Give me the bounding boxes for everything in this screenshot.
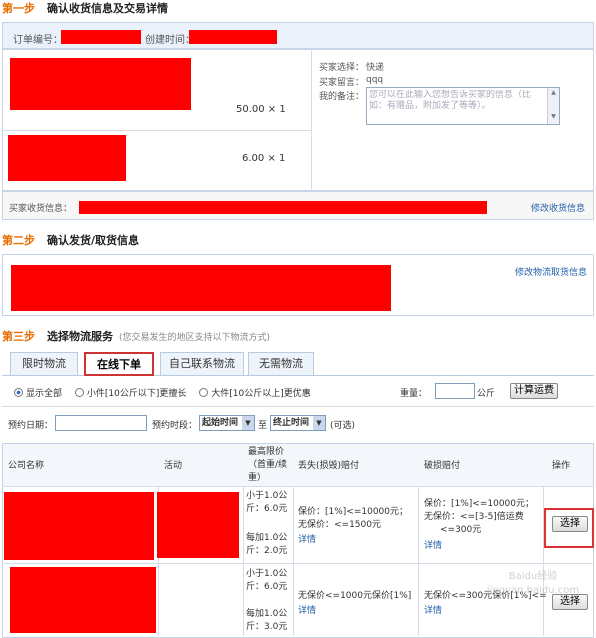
step1-heading: 第一步 确认收货信息及交易详情 [2, 2, 168, 15]
order-info-bar: 订单编号： 创建时间： [2, 22, 594, 49]
redacted-item2 [8, 135, 126, 181]
remark-placeholder: 您可以在此输入您想告诉买家的信息（比如：有赠品，附加发了等等）。 [369, 90, 532, 111]
remark-label: 我的备注： [319, 92, 365, 102]
redacted-item1 [10, 58, 191, 110]
edit-address-link[interactable]: 修改收货信息 [531, 201, 585, 214]
edit-pickup-link[interactable]: 修改物流取货信息 [515, 265, 587, 278]
tab-express[interactable]: 限时物流 [10, 352, 78, 376]
header-company: 公司名称 [8, 461, 45, 471]
row1-price-first: 小于1.0公斤：6.0元 [246, 491, 288, 514]
redacted-company-1 [4, 492, 154, 560]
header-action: 操作 [552, 461, 571, 471]
row1-damage-c: <=300元 [440, 525, 482, 535]
pickup-slot-label: 预约时段： [152, 421, 198, 431]
item1-price: 50.00 × 1 [236, 104, 286, 115]
calc-freight-button[interactable]: 计算运费 [510, 383, 558, 399]
weight-unit: 公斤 [477, 389, 496, 399]
redacted-company-2 [10, 567, 156, 633]
row1-damage-a: 保价：[1%]<=10000元； [424, 499, 535, 509]
optional-label: (可选) [330, 421, 356, 431]
to-label: 至 [258, 421, 268, 431]
tab-online-order[interactable]: 在线下单 [84, 352, 154, 376]
redacted-activity-1 [157, 492, 239, 558]
row1-loss-details[interactable]: 详情 [298, 532, 316, 545]
filter-all[interactable]: 显示全部 [14, 388, 62, 399]
tab-self-contact[interactable]: 自己联系物流 [160, 352, 244, 376]
header-activity: 活动 [164, 461, 183, 471]
row1-loss-a: 保价：[1%]<=10000元； [298, 507, 409, 517]
buyer-choice-label: 买家选择： [319, 63, 365, 73]
tab-no-logistics[interactable]: 无需物流 [248, 352, 314, 376]
scroll-down-icon[interactable]: ▼ [548, 112, 559, 122]
weight-input[interactable] [435, 383, 475, 399]
step2-heading: 第二步 确认发货/取货信息 [2, 234, 140, 247]
row1-loss-b: 无保价：<=1500元 [298, 520, 381, 530]
row2-damage-details[interactable]: 详情 [424, 603, 442, 616]
row1-damage-details[interactable]: 详情 [424, 538, 442, 551]
buyer-msg-label: 买家留言： [319, 78, 365, 88]
end-time-select[interactable]: 终止时间 ▼ [270, 415, 326, 431]
remark-scrollbar[interactable]: ▲ ▼ [547, 88, 559, 124]
step3-heading: 第三步 选择物流服务 (您交易发生的地区支持以下物流方式) [2, 330, 271, 343]
buyer-choice-value: 快递 [366, 63, 385, 73]
redacted-pickup-info [11, 265, 391, 311]
redacted-created-time [189, 30, 277, 44]
buyer-msg-value: qqq [366, 75, 384, 85]
redacted-order-no [61, 30, 141, 44]
row1-damage-b: 无保价：<=[3-5]倍运费 [424, 512, 524, 522]
header-max-price: 最高限价（首重/续重） [248, 447, 288, 483]
remark-textarea[interactable]: 您可以在此输入您想告诉买家的信息（比如：有赠品，附加发了等等）。 ▲ ▼ [366, 87, 560, 125]
row2-price-first: 小于1.0公斤：6.0元 [246, 569, 288, 592]
radio-icon[interactable] [199, 388, 209, 397]
redacted-address [79, 201, 487, 214]
buyer-address-bar: 买家收货信息： 修改收货信息 [2, 191, 594, 220]
item2-price: 6.00 × 1 [242, 153, 286, 164]
row1-price-extra: 每加1.0公斤：2.0元 [246, 533, 288, 556]
row2-loss-a: 无保价<=1000元保价[1%] [298, 591, 412, 601]
radio-icon[interactable] [74, 388, 84, 397]
pickup-date-input[interactable] [55, 415, 147, 431]
row2-price-extra: 每加1.0公斤：3.0元 [246, 609, 288, 632]
size-filter: 显示全部 小件[10公斤以下]更擅长 大件[10公斤以上]更优惠 [14, 386, 311, 399]
header-damage: 破损赔付 [424, 461, 461, 471]
chevron-down-icon[interactable]: ▼ [242, 416, 254, 430]
weight-label: 重量： [400, 389, 428, 399]
scroll-up-icon[interactable]: ▲ [548, 88, 559, 98]
row2-loss-details[interactable]: 详情 [298, 603, 316, 616]
header-loss: 丢失(损毁)赔付 [298, 461, 360, 471]
filter-large[interactable]: 大件[10公斤以上]更优惠 [199, 388, 311, 399]
start-time-select[interactable]: 起始时间 ▼ [199, 415, 255, 431]
chevron-down-icon[interactable]: ▼ [313, 416, 325, 430]
filter-small[interactable]: 小件[10公斤以下]更擅长 [74, 388, 186, 399]
select-button-1[interactable]: 选择 [552, 516, 588, 532]
radio-checked-icon[interactable] [14, 388, 23, 397]
pickup-date-label: 预约日期： [8, 421, 54, 431]
watermark: Baidu经验 jingyan.baidu.com [486, 571, 580, 596]
pickup-info-panel: 修改物流取货信息 [2, 254, 594, 316]
